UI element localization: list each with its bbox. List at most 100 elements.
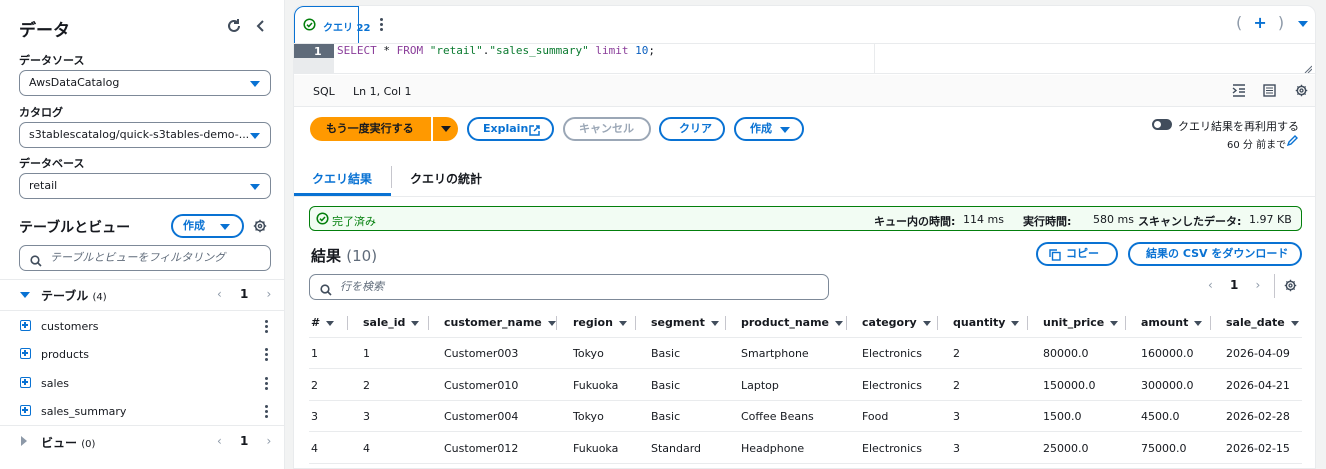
cancel-button[interactable]: キャンセル: [563, 117, 651, 141]
clear-button[interactable]: クリア: [659, 117, 725, 141]
plus-icon[interactable]: +: [1253, 13, 1266, 32]
table-item-products[interactable]: products: [41, 348, 89, 361]
table-cell: 2026-04-21: [1226, 378, 1290, 392]
col-resizer[interactable]: [347, 316, 348, 330]
col-header-sale-date[interactable]: sale_date: [1226, 316, 1299, 329]
run-options-button[interactable]: [432, 117, 458, 141]
refresh-icon[interactable]: [226, 18, 242, 34]
table-item-customers[interactable]: customers: [41, 320, 99, 333]
col-header-category[interactable]: category: [862, 316, 931, 329]
divider: [0, 279, 285, 280]
col-resizer[interactable]: [846, 316, 847, 330]
views-page-number[interactable]: 1: [240, 434, 248, 448]
row-divider: [309, 462, 1302, 464]
database-select[interactable]: retail: [19, 173, 271, 199]
reuse-results-toggle[interactable]: [1152, 119, 1172, 130]
col-resizer[interactable]: [428, 316, 429, 330]
tables-views-title: テーブルとビュー: [19, 220, 131, 236]
prev-page-icon[interactable]: ‹: [1208, 278, 1213, 292]
create-button[interactable]: 作成: [734, 117, 804, 141]
prev-page-icon[interactable]: ‹: [217, 287, 222, 301]
sort-icon: [547, 320, 556, 326]
tab-label: クエリ 22: [323, 23, 371, 34]
table-filter-input[interactable]: テーブルとビューをフィルタリング: [19, 245, 271, 271]
col-label: sale_id: [363, 316, 406, 329]
next-page-icon[interactable]: ›: [267, 287, 272, 301]
format-icon[interactable]: [1232, 84, 1246, 97]
copy-button[interactable]: コピー: [1036, 242, 1118, 266]
caret-down-icon[interactable]: [20, 292, 30, 298]
col-resizer[interactable]: [635, 316, 636, 330]
col-resizer[interactable]: [556, 316, 557, 330]
tab-more-icon[interactable]: [380, 18, 383, 33]
col-resizer[interactable]: [937, 316, 938, 330]
row-search-input[interactable]: 行を検索: [309, 274, 829, 300]
col-header-sale-id[interactable]: sale_id: [363, 316, 420, 329]
next-page-icon[interactable]: ›: [1256, 278, 1261, 292]
table-cell: Food: [862, 410, 889, 423]
table-cell: Basic: [651, 347, 681, 360]
col-resizer[interactable]: [725, 316, 726, 330]
col-resizer[interactable]: [1125, 316, 1126, 330]
col-header-unit-price[interactable]: unit_price: [1043, 316, 1119, 329]
resize-handle-icon[interactable]: [1304, 63, 1313, 74]
create-label: 作成: [750, 122, 772, 135]
tabs-dropdown-icon[interactable]: [1298, 21, 1308, 27]
table-cell: Customer004: [444, 410, 519, 423]
keyboard-icon[interactable]: [1263, 84, 1276, 97]
tables-section-header[interactable]: テーブル (4): [41, 287, 107, 304]
catalog-select[interactable]: s3tablescatalog/quick-s3tables-demo-...: [19, 122, 271, 148]
add-tab-control[interactable]: ( + ): [1236, 13, 1284, 32]
col-header-product-name[interactable]: product_name: [741, 316, 844, 329]
datasource-select[interactable]: AwsDataCatalog: [19, 70, 271, 96]
cancel-label: キャンセル: [579, 122, 634, 135]
col-header-region[interactable]: region: [573, 316, 627, 329]
download-csv-button[interactable]: 結果の CSV をダウンロード: [1128, 242, 1302, 266]
create-table-button[interactable]: 作成: [171, 214, 244, 238]
tab-query-stats[interactable]: クエリの統計: [410, 170, 482, 187]
col-header-amount[interactable]: amount: [1141, 316, 1203, 329]
table-cell: Tokyo: [573, 347, 604, 360]
table-cell: 4500.0: [1141, 410, 1180, 423]
run-again-button[interactable]: もう一度実行する: [310, 117, 431, 141]
table-cell: 25000.0: [1043, 441, 1089, 455]
edit-icon[interactable]: [1286, 135, 1298, 147]
table-cell: 2026-04-09: [1226, 347, 1290, 360]
sql-string: "retail": [429, 44, 483, 57]
catalog-value: s3tablescatalog/quick-s3tables-demo-...: [29, 128, 250, 141]
results-page-number[interactable]: 1: [1230, 278, 1238, 292]
views-section-header[interactable]: ビュー (0): [41, 434, 95, 451]
col-resizer[interactable]: [1027, 316, 1028, 330]
table-cell: 75000.0: [1141, 441, 1187, 455]
caret-right-icon[interactable]: [21, 436, 27, 446]
editor-settings-icon[interactable]: [1295, 84, 1308, 97]
tables-page-number[interactable]: 1: [240, 287, 248, 301]
status-banner: 完了済み キュー内の時間: 114 ms 実行時間: 580 ms スキャンした…: [309, 206, 1302, 231]
col-header-index[interactable]: #: [311, 316, 335, 329]
more-options-icon[interactable]: [265, 348, 268, 363]
more-options-icon[interactable]: [265, 405, 268, 420]
table-preferences-icon[interactable]: [1284, 279, 1297, 292]
sql-string: "sales_summary": [489, 44, 589, 57]
tab-query-22[interactable]: クエリ 22: [294, 6, 370, 44]
table-item-sales[interactable]: sales: [41, 377, 69, 390]
sort-icon: [835, 320, 844, 326]
prev-page-icon[interactable]: ‹: [217, 434, 222, 448]
col-header-segment[interactable]: segment: [651, 316, 719, 329]
sql-keyword: FROM: [396, 44, 424, 57]
collapse-panel-icon[interactable]: [255, 19, 267, 33]
tab-query-results[interactable]: クエリ結果: [312, 170, 372, 187]
next-page-icon[interactable]: ›: [267, 434, 272, 448]
toggle-knob: [1154, 121, 1161, 128]
col-resizer[interactable]: [1210, 316, 1211, 330]
table-item-sales-summary[interactable]: sales_summary: [41, 405, 126, 418]
more-options-icon[interactable]: [265, 377, 268, 392]
explain-button[interactable]: Explain: [467, 117, 554, 141]
col-header-customer-name[interactable]: customer_name: [444, 316, 556, 329]
views-pagination: ‹ 1 ›: [217, 434, 271, 448]
col-label: region: [573, 316, 613, 329]
settings-icon[interactable]: [253, 219, 267, 233]
col-header-quantity[interactable]: quantity: [953, 316, 1020, 329]
more-options-icon[interactable]: [265, 320, 268, 335]
sql-editor[interactable]: 1 SELECT * FROM "retail"."sales_summary"…: [294, 43, 1315, 74]
